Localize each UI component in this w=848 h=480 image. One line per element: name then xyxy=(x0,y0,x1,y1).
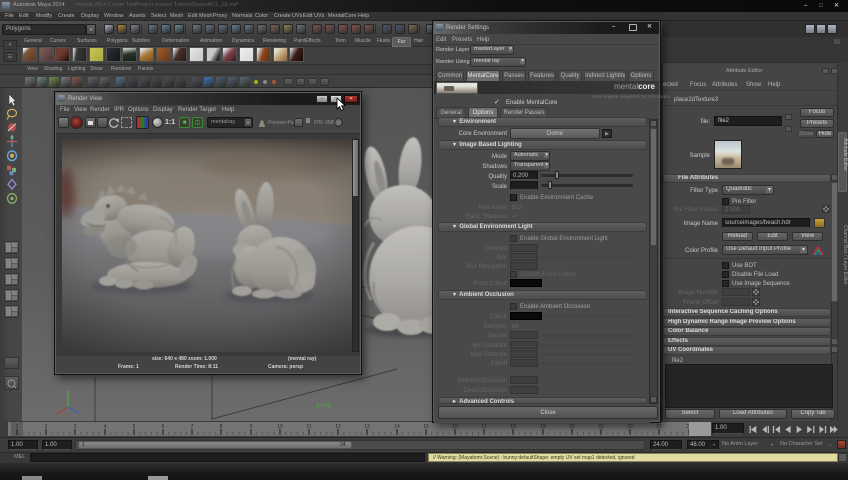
svg-text:3: 3 xyxy=(74,424,77,430)
svg-text:21: 21 xyxy=(598,424,604,430)
svg-text:10: 10 xyxy=(277,424,283,430)
svg-text:6: 6 xyxy=(162,424,165,430)
svg-text:20: 20 xyxy=(569,424,575,430)
svg-text:8: 8 xyxy=(220,424,223,430)
svg-text:22: 22 xyxy=(627,424,633,430)
svg-text:15: 15 xyxy=(423,424,429,430)
svg-text:18: 18 xyxy=(510,424,516,430)
svg-text:7: 7 xyxy=(191,424,194,430)
svg-text:5: 5 xyxy=(133,424,136,430)
svg-text:16: 16 xyxy=(452,424,458,430)
svg-text:13: 13 xyxy=(364,424,370,430)
svg-text:14: 14 xyxy=(394,424,400,430)
svg-text:19: 19 xyxy=(540,424,546,430)
svg-text:1: 1 xyxy=(16,424,19,430)
svg-text:2: 2 xyxy=(45,424,48,430)
svg-text:11: 11 xyxy=(306,424,311,430)
svg-text:23: 23 xyxy=(656,424,662,430)
svg-text:12: 12 xyxy=(335,424,341,430)
svg-text:9: 9 xyxy=(250,424,253,430)
svg-text:4: 4 xyxy=(104,424,107,430)
svg-text:17: 17 xyxy=(481,424,487,430)
